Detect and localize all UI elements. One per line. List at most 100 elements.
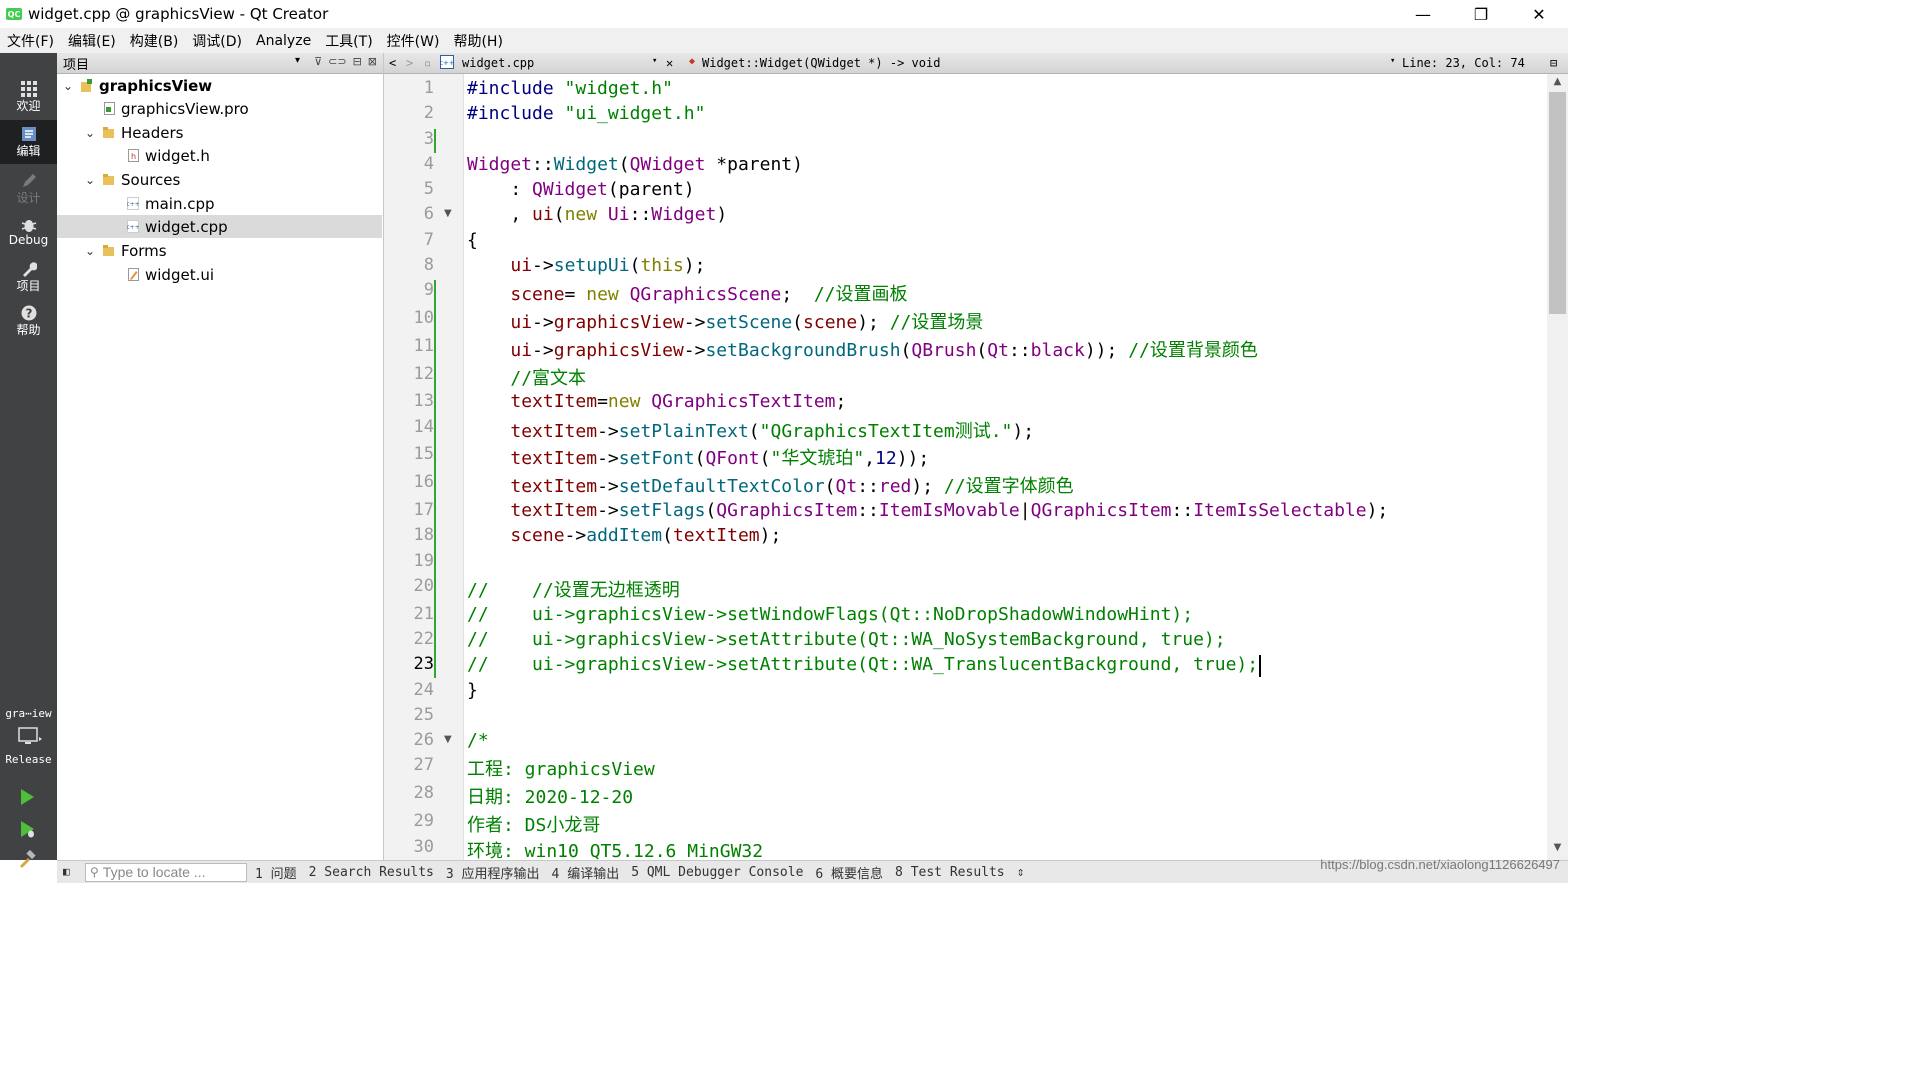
tab-search-results[interactable]: 2 Search Results bbox=[309, 865, 434, 880]
code-line: ui->setupUi(this); bbox=[467, 255, 705, 276]
code-line: #include "ui_widget.h" bbox=[467, 103, 705, 124]
tab-general-messages[interactable]: 6 概要信息 bbox=[815, 863, 883, 882]
line-number: 17 bbox=[413, 500, 434, 520]
code-line: 作者: DS小龙哥 bbox=[467, 811, 600, 837]
tab-qml-debugger[interactable]: 5 QML Debugger Console bbox=[631, 865, 803, 880]
debug-run-button[interactable] bbox=[14, 816, 40, 842]
code-token: textItem bbox=[672, 525, 760, 546]
line-number: 12 bbox=[413, 364, 434, 384]
chevron-down-icon[interactable]: ⌄ bbox=[83, 244, 97, 258]
scroll-down-icon[interactable]: ▼ bbox=[1547, 842, 1568, 858]
menu-debug[interactable]: 调试(D) bbox=[185, 31, 249, 51]
document-selector[interactable]: widget.cpp bbox=[462, 56, 534, 70]
tree-item-widget-h[interactable]: h widget.h bbox=[57, 144, 383, 167]
watermark-text: https://blog.csdn.net/xiaolong1126626497 bbox=[1320, 857, 1560, 872]
filter-icon[interactable]: ⊽ bbox=[314, 55, 322, 68]
mode-design[interactable]: 设计 bbox=[0, 173, 57, 206]
kit-selector[interactable] bbox=[18, 727, 42, 751]
chevron-down-icon[interactable]: ⌄ bbox=[83, 126, 97, 140]
tab-issues[interactable]: 1 问题 bbox=[255, 863, 297, 882]
vertical-scrollbar[interactable]: ▲ ▼ bbox=[1547, 74, 1568, 860]
chevron-down-icon[interactable]: ▾ bbox=[1390, 56, 1395, 66]
dropdown-arrow-icon[interactable]: ▾ bbox=[295, 55, 300, 66]
tree-item-sources[interactable]: ⌄ Sources bbox=[57, 168, 383, 191]
split-icon[interactable]: ⊟ bbox=[353, 55, 362, 68]
tree-item-main-cpp[interactable]: c++ main.cpp bbox=[57, 192, 383, 215]
code-token: -> bbox=[532, 255, 554, 276]
back-arrow-icon[interactable]: < bbox=[389, 56, 396, 70]
code-line: // //设置无边框透明 bbox=[467, 576, 680, 602]
close-document-icon[interactable]: ✕ bbox=[666, 56, 673, 70]
fold-marker-icon[interactable]: ▼ bbox=[444, 734, 452, 745]
fold-marker-icon[interactable]: ▼ bbox=[444, 208, 452, 219]
mode-projects[interactable]: 项目 bbox=[0, 261, 57, 294]
pen-icon bbox=[22, 174, 36, 187]
code-token: QGraphicsTextItem bbox=[651, 391, 836, 412]
code-token: = bbox=[564, 284, 587, 305]
restore-button[interactable]: ❐ bbox=[1452, 0, 1510, 28]
tree-item-graphicsview[interactable]: ⌄ graphicsView bbox=[57, 74, 383, 97]
minimize-button[interactable]: — bbox=[1394, 0, 1452, 28]
code-token: , bbox=[864, 448, 876, 469]
scroll-up-icon[interactable]: ▲ bbox=[1547, 76, 1568, 92]
code-token: /* bbox=[467, 730, 489, 751]
menu-analyze[interactable]: Analyze bbox=[249, 33, 318, 49]
tree-item-forms[interactable]: ⌄ Forms bbox=[57, 239, 383, 262]
code-line: /* bbox=[467, 730, 489, 751]
chevron-down-icon[interactable]: ▾ bbox=[652, 56, 657, 66]
code-token: -> bbox=[597, 448, 619, 469]
mode-edit-label: 编辑 bbox=[16, 144, 41, 158]
scrollbar-thumb[interactable] bbox=[1549, 92, 1566, 314]
build-button[interactable] bbox=[14, 846, 40, 872]
menu-widgets[interactable]: 控件(W) bbox=[380, 31, 447, 51]
link-icon[interactable]: ⊂⊃ bbox=[328, 55, 346, 68]
code-token: ( bbox=[759, 448, 771, 469]
wrench-icon bbox=[22, 262, 37, 277]
menu-build[interactable]: 构建(B) bbox=[123, 31, 186, 51]
run-button[interactable] bbox=[14, 784, 40, 810]
locator-input[interactable]: ⚲ Type to locate ... bbox=[85, 862, 247, 882]
menu-tools[interactable]: 工具(T) bbox=[318, 31, 379, 51]
menu-edit[interactable]: 编辑(E) bbox=[61, 31, 123, 51]
symbol-selector[interactable]: Widget::Widget(QWidget *) -> void bbox=[702, 56, 940, 70]
mode-welcome[interactable]: 欢迎 bbox=[0, 81, 57, 114]
tree-item-widget-ui[interactable]: widget.ui bbox=[57, 263, 383, 286]
toggle-sidebar-icon[interactable]: ◧ bbox=[63, 865, 70, 878]
tree-item-headers[interactable]: ⌄ Headers bbox=[57, 121, 383, 144]
code-token: textItem bbox=[510, 500, 598, 521]
tree-item-pro-file[interactable]: graphicsView.pro bbox=[57, 97, 383, 120]
code-line: : QWidget(parent) bbox=[467, 179, 694, 200]
menu-file[interactable]: 文件(F) bbox=[0, 31, 61, 51]
tab-compile-output[interactable]: 4 编译输出 bbox=[552, 863, 620, 882]
code-token: ( bbox=[553, 204, 565, 225]
cursor-position[interactable]: Line: 23, Col: 74 bbox=[1402, 56, 1525, 70]
tab-application-output[interactable]: 3 应用程序输出 bbox=[446, 863, 540, 882]
mode-debug[interactable]: Debug bbox=[0, 217, 57, 247]
folder-icon bbox=[103, 173, 115, 186]
code-token: ItemIsMovable bbox=[878, 500, 1020, 521]
code-token: ui bbox=[532, 204, 554, 225]
tree-item-widget-cpp[interactable]: c++ widget.cpp bbox=[57, 215, 382, 238]
bug-icon bbox=[21, 220, 36, 232]
chevron-down-icon[interactable]: ⌄ bbox=[83, 173, 97, 187]
cpp-file-icon: c++ bbox=[127, 197, 139, 210]
forward-arrow-icon[interactable]: > bbox=[406, 56, 413, 70]
close-button[interactable]: ✕ bbox=[1510, 0, 1568, 28]
svg-text:c++: c++ bbox=[127, 201, 139, 208]
line-number: 18 bbox=[413, 525, 434, 545]
code-token: red bbox=[878, 476, 912, 497]
more-tabs-icon[interactable]: ⇕ bbox=[1017, 865, 1025, 880]
mode-help[interactable]: ? 帮助 bbox=[0, 305, 57, 338]
mode-edit[interactable]: 编辑 bbox=[0, 120, 57, 164]
chevron-down-icon[interactable]: ⌄ bbox=[61, 79, 75, 93]
close-panel-icon[interactable]: ⊠ bbox=[368, 55, 377, 68]
menu-help[interactable]: 帮助(H) bbox=[446, 31, 509, 51]
code-line: textItem->setPlainText("QGraphicsTextIte… bbox=[467, 417, 1034, 443]
split-icon[interactable]: ⊟ bbox=[1550, 56, 1557, 70]
line-number: 3 bbox=[423, 129, 434, 149]
code-editor[interactable]: #include "widget.h" #include "ui_widget.h… bbox=[467, 74, 1547, 860]
code-line: // ui->graphicsView->setWindowFlags(Qt::… bbox=[467, 604, 1193, 625]
mode-help-label: 帮助 bbox=[16, 323, 41, 337]
tab-test-results[interactable]: 8 Test Results bbox=[895, 865, 1005, 880]
